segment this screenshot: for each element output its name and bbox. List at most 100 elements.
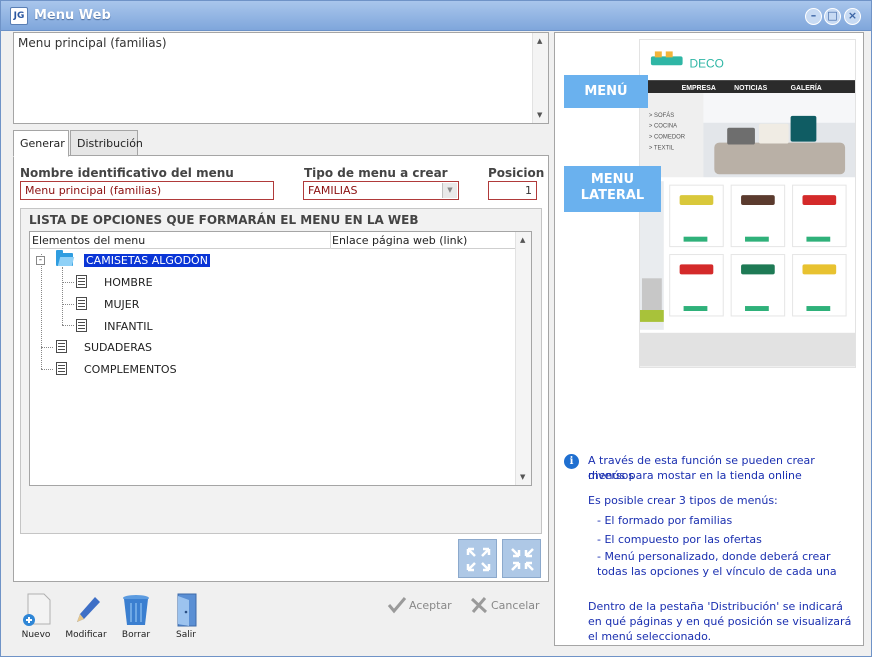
left-panel: Menu principal (familias) ▲ ▼ Generar Di… [12, 32, 549, 646]
edit-button-label: Modificar [65, 630, 107, 640]
menu-web-window: JG Menu Web – □ × Menu principal (famili… [0, 0, 872, 657]
preview-side-item: > COCINA [649, 124, 677, 130]
info-line: todas las opciones y el vínculo de cada … [597, 565, 837, 578]
preview-product-image [741, 195, 775, 205]
document-icon [56, 340, 67, 353]
preview-product-image [802, 264, 837, 275]
menu-name-label: Nombre identificativo del menu [20, 166, 234, 180]
tree-node-mujer[interactable]: MUJER [76, 296, 276, 314]
preview-brand: DECO [690, 56, 724, 70]
info-line: Es posible crear 3 tipos de menús: [588, 494, 778, 507]
cancel-x-icon [470, 597, 488, 614]
document-icon [76, 297, 87, 310]
tree-node-camisetas[interactable]: - CAMISETAS ALGODÓN [36, 250, 336, 270]
callout-lateral-line: LATERAL [580, 188, 645, 203]
maximize-button[interactable]: □ [824, 8, 841, 25]
preview-product-image [679, 195, 714, 205]
preview-product-button [745, 236, 769, 242]
tree-line [62, 304, 74, 305]
column-header-link[interactable]: Enlace página web (link) [332, 234, 467, 247]
help-panel: DECO EMPRESA NOTICIAS GALERÍA > SOFÁS > … [554, 32, 864, 646]
preview-nav-item: NOTICIAS [734, 85, 767, 92]
tree-line [41, 369, 53, 370]
tree-node-complementos[interactable]: COMPLEMENTOS [56, 361, 256, 379]
menu-options-group: LISTA DE OPCIONES QUE FORMARÁN EL MENU E… [20, 208, 542, 534]
menu-type-select[interactable]: FAMILIAS ▼ [303, 181, 459, 200]
close-button[interactable]: × [844, 8, 861, 25]
exit-button-label: Salir [176, 630, 196, 640]
description-scrollbar[interactable]: ▲ ▼ [532, 33, 548, 123]
tree-node-label: MUJER [104, 298, 140, 311]
tab-distribucion[interactable]: Distribución [70, 130, 143, 156]
info-line: menús para mostar en la tienda online [588, 469, 802, 482]
tree-node-label: COMPLEMENTOS [84, 363, 177, 376]
scroll-up-icon[interactable]: ▲ [537, 37, 542, 45]
preview-side-item: > TEXTIL [649, 146, 675, 152]
checkmark-icon [387, 597, 407, 614]
tree-scrollbar[interactable]: ▲ ▼ [515, 232, 531, 485]
preview-product-image [679, 264, 714, 275]
preview-product-button [683, 236, 708, 242]
cancel-button-label: Cancelar [491, 599, 540, 612]
collapse-all-button[interactable] [502, 539, 541, 578]
preview-product-image [802, 195, 837, 205]
new-button-label: Nuevo [21, 630, 51, 640]
expand-icon [466, 547, 491, 572]
column-divider[interactable] [330, 232, 331, 249]
trash-icon [123, 595, 149, 625]
menu-type-label: Tipo de menu a crear [304, 166, 448, 180]
tree-node-label: INFANTIL [104, 320, 153, 333]
menu-description-textarea[interactable]: Menu principal (familias) ▲ ▼ [13, 32, 549, 124]
chevron-down-icon[interactable]: ▼ [442, 183, 457, 198]
preview-product-button [683, 306, 708, 311]
menu-description-text: Menu principal (familias) [18, 36, 167, 50]
edit-button[interactable]: Modificar [62, 592, 110, 640]
preview-nav-item: EMPRESA [682, 85, 716, 92]
info-line: - Menú personalizado, donde deberá crear [597, 550, 831, 563]
column-header-elements[interactable]: Elementos del menu [32, 234, 145, 247]
callout-lateral-line: MENU [590, 172, 635, 187]
collapse-icon [511, 548, 534, 571]
exit-button[interactable]: Salir [162, 592, 210, 640]
tree-node-label: CAMISETAS ALGODÓN [84, 254, 210, 267]
tree-node-hombre[interactable]: HOMBRE [76, 274, 276, 292]
accept-button[interactable]: Aceptar [387, 595, 457, 617]
scroll-down-icon[interactable]: ▼ [537, 111, 542, 119]
delete-button[interactable]: Borrar [112, 592, 160, 640]
scroll-up-icon[interactable]: ▲ [520, 236, 525, 244]
menu-name-input[interactable]: Menu principal (familias) [20, 181, 274, 200]
position-input[interactable]: 1 [488, 181, 537, 200]
collapse-icon[interactable]: - [36, 256, 45, 265]
title-bar[interactable]: JG Menu Web – □ × [1, 1, 871, 31]
accept-button-label: Aceptar [409, 599, 452, 612]
preview-side-item: > COMEDOR [649, 135, 686, 141]
tree-node-infantil[interactable]: INFANTIL [76, 318, 276, 336]
document-icon [76, 319, 87, 332]
web-preview-image: DECO EMPRESA NOTICIAS GALERÍA > SOFÁS > … [639, 39, 856, 368]
preview-product-button [806, 236, 831, 242]
pencil-icon [77, 597, 100, 622]
preview-side-item: > SOFÁS [649, 112, 674, 119]
tree-node-sudaderas[interactable]: SUDADERAS [56, 339, 256, 357]
tree-line [41, 347, 53, 348]
app-icon: JG [10, 7, 28, 25]
tree-line [62, 267, 63, 325]
expand-all-button[interactable] [458, 539, 497, 578]
new-button[interactable]: Nuevo [12, 592, 60, 640]
menu-options-title: LISTA DE OPCIONES QUE FORMARÁN EL MENU E… [29, 213, 419, 227]
tab-generar[interactable]: Generar [13, 130, 69, 157]
scroll-down-icon[interactable]: ▼ [520, 473, 525, 481]
tree-line [62, 325, 74, 326]
window-title: Menu Web [34, 8, 111, 23]
position-label: Posicion [488, 166, 545, 180]
info-line: el menú seleccionado. [588, 630, 712, 643]
new-document-icon [23, 593, 51, 626]
preview-nav-item: GALERÍA [791, 83, 822, 92]
info-line: - El compuesto por las ofertas [597, 533, 762, 546]
callout-menu-lateral: MENU LATERAL [564, 166, 661, 212]
tree-node-label: SUDADERAS [84, 341, 152, 354]
document-icon [56, 362, 67, 375]
minimize-button[interactable]: – [805, 8, 822, 25]
cancel-button[interactable]: Cancelar [469, 595, 541, 617]
menu-tree[interactable]: Elementos del menu Enlace página web (li… [29, 231, 532, 486]
